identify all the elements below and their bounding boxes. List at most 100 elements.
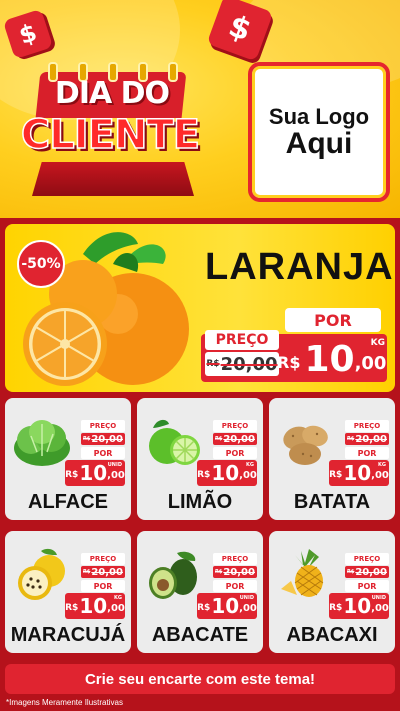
price-integer: 10	[343, 461, 372, 485]
price-decimal: ,00	[107, 470, 125, 481]
price-currency: R$	[329, 470, 343, 480]
preco-label: PREÇO	[345, 420, 389, 432]
cta-button[interactable]: Crie seu encarte com este tema!	[5, 664, 395, 694]
product-name: ALFACE	[28, 491, 108, 513]
price-decimal: ,00	[107, 603, 125, 614]
old-price: R$ 20,00	[81, 566, 125, 578]
price-integer: 10	[79, 461, 108, 485]
title-line-1: DIA DO	[54, 76, 170, 111]
old-price: R$ 20,00	[213, 433, 257, 445]
product-card-maracuja[interactable]: PREÇO R$ 20,00 POR R$ 10 ,00 KG MARACUJÁ	[5, 531, 131, 653]
new-price: R$ 10 ,00 UNID	[329, 593, 389, 619]
old-price: R$ 20,00	[345, 566, 389, 578]
pineapple-icon	[281, 549, 324, 597]
old-price-currency: R$	[215, 569, 223, 575]
por-label: POR	[213, 580, 257, 592]
por-label: POR	[213, 447, 257, 459]
price-unit: KG	[246, 462, 254, 468]
old-price-currency: R$	[347, 569, 355, 575]
new-price: R$ 10 ,00 KG	[329, 460, 389, 486]
old-price-value: 20,00	[223, 566, 255, 578]
passion-fruit-icon	[18, 548, 65, 600]
por-label: POR	[285, 308, 381, 332]
product-name: MARACUJÁ	[10, 624, 126, 646]
price-currency: R$	[197, 470, 211, 480]
price-unit: UNID	[371, 595, 386, 601]
old-price-value: 20,00	[223, 433, 255, 445]
disclaimer-text: *Imagens Meramente Ilustrativas	[6, 698, 123, 707]
old-price-currency: R$	[215, 436, 223, 442]
price-integer: 10	[79, 594, 108, 618]
old-price-currency: R$	[83, 569, 91, 575]
old-price-value: 20,00	[220, 353, 278, 375]
product-card-abacaxi[interactable]: PREÇO R$ 20,00 POR R$ 10 ,00 UNID ABACAXI	[269, 531, 395, 653]
preco-label: PREÇO	[213, 420, 257, 432]
hero-product-name: LARANJA	[205, 246, 394, 288]
lettuce-icon	[14, 420, 70, 466]
logo-text-line-2: Aqui	[285, 126, 353, 160]
preco-label: PREÇO	[81, 553, 125, 565]
product-name: ABACAXI	[286, 624, 378, 646]
old-price: R$ 20,00	[213, 566, 257, 578]
price-decimal: ,00	[354, 353, 387, 374]
old-price-value: 20,00	[355, 566, 387, 578]
lime-icon	[149, 419, 200, 465]
por-label: POR	[345, 580, 389, 592]
discount-badge: -50%	[17, 240, 65, 288]
price-unit: KG	[114, 595, 122, 601]
dia-do-cliente-badge: DIA DO CLIENTE	[12, 62, 210, 198]
price-decimal: ,00	[371, 470, 389, 481]
calendar-base	[32, 162, 194, 196]
old-price-value: 20,00	[355, 433, 387, 445]
old-price-value: 20,00	[91, 433, 123, 445]
avocado-icon	[149, 551, 197, 599]
potato-icon	[283, 425, 328, 465]
preco-label: PREÇO	[205, 330, 279, 350]
old-price: R$ 20,00	[345, 433, 389, 445]
product-card-alface[interactable]: PREÇO R$ 20,00 POR R$ 10 ,00 UNID ALFACE	[5, 398, 131, 520]
price-decimal: ,00	[239, 470, 257, 481]
old-price-currency: R$	[347, 436, 355, 442]
new-price: R$ 10 ,00 UNID	[65, 460, 125, 486]
price-integer: 10	[343, 594, 372, 618]
product-name: BATATA	[293, 491, 371, 513]
product-card-limao[interactable]: PREÇO R$ 20,00 POR R$ 10 ,00 KG LIMÃO	[137, 398, 263, 520]
por-label: POR	[81, 447, 125, 459]
preco-label: PREÇO	[213, 553, 257, 565]
old-price-value: 20,00	[91, 566, 123, 578]
old-price-currency: R$	[206, 359, 220, 369]
old-price-currency: R$	[83, 436, 91, 442]
header-banner: $ $ DIA DO CLIENTE Sua Logo Aqui	[0, 0, 400, 218]
price-unit: UNID	[239, 595, 254, 601]
new-price: R$ 10 ,00 KG	[65, 593, 125, 619]
logo-text-line-1: Sua Logo	[268, 103, 370, 129]
logo-placeholder[interactable]: Sua Logo Aqui	[248, 62, 390, 202]
price-integer: 10	[304, 339, 355, 380]
por-label: POR	[345, 447, 389, 459]
product-card-batata[interactable]: PREÇO R$ 20,00 POR R$ 10 ,00 KG BATATA	[269, 398, 395, 520]
por-label: POR	[81, 580, 125, 592]
new-price: R$ 10 ,00 UNID	[197, 593, 257, 619]
title-line-2: CLIENTE	[20, 111, 201, 159]
preco-label: PREÇO	[81, 420, 125, 432]
new-price: R$ 10 ,00 KG	[197, 460, 257, 486]
price-unit: KG	[370, 338, 385, 348]
preco-label: PREÇO	[345, 553, 389, 565]
price-currency: R$	[329, 603, 343, 613]
product-name: LIMÃO	[167, 491, 233, 513]
old-price: R$ 20,00	[205, 352, 279, 376]
price-unit: KG	[378, 462, 386, 468]
hero-product-card[interactable]: -50% LARANJA POR PREÇO R$ 20,00 R$ 10 ,0…	[5, 224, 395, 392]
new-price: R$ 10 ,00 KG	[277, 336, 389, 380]
product-name: ABACATE	[151, 624, 249, 646]
price-currency: R$	[65, 470, 79, 480]
price-decimal: ,00	[371, 603, 389, 614]
product-card-abacate[interactable]: PREÇO R$ 20,00 POR R$ 10 ,00 UNID ABACATE	[137, 531, 263, 653]
old-price: R$ 20,00	[81, 433, 125, 445]
price-decimal: ,00	[239, 603, 257, 614]
price-integer: 10	[211, 594, 240, 618]
price-integer: 10	[211, 461, 240, 485]
price-currency: R$	[65, 603, 79, 613]
price-currency: R$	[197, 603, 211, 613]
price-currency: R$	[277, 353, 301, 372]
